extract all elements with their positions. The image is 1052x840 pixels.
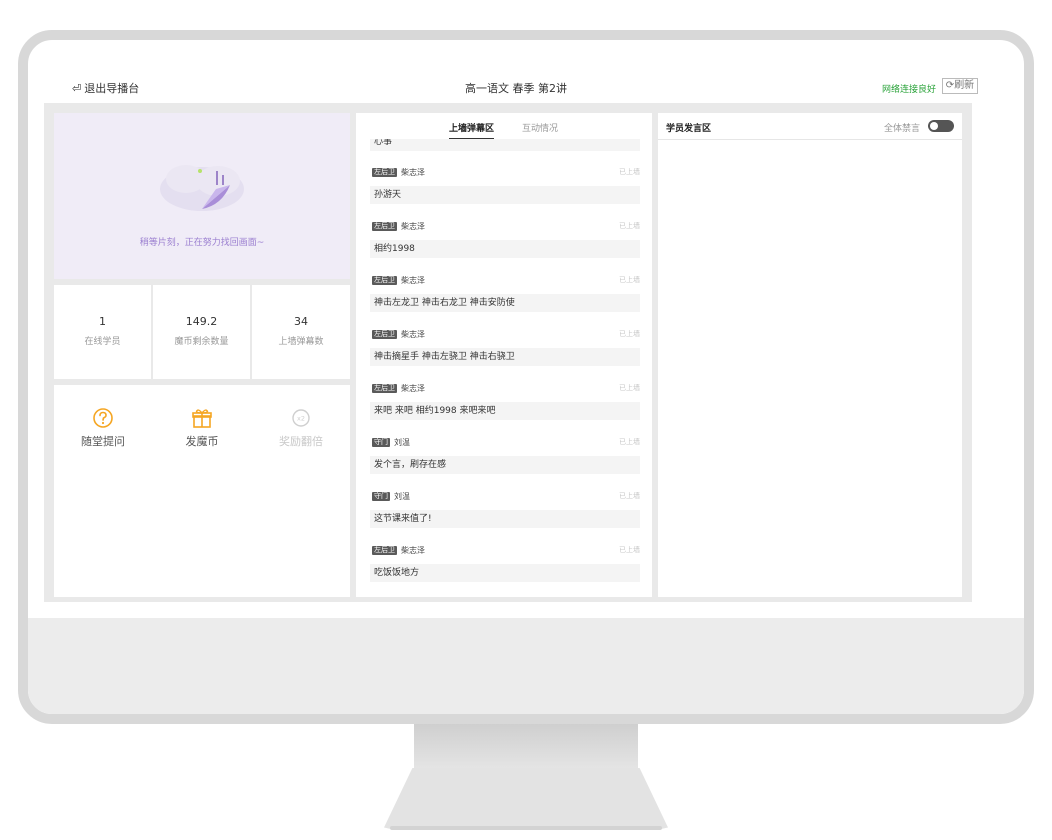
stat-online-students: 1 在线学员	[54, 285, 151, 379]
student-name: 柴志泽	[401, 221, 425, 231]
message-text: 相约1998	[370, 240, 640, 258]
message-text: 孙游天	[370, 186, 640, 204]
role-badge: 左后卫	[372, 275, 397, 285]
mute-all-toggle[interactable]	[928, 120, 954, 132]
stats-panel: 1 在线学员 149.2 魔币剩余数量 34 上墙弹幕数	[54, 285, 350, 379]
wall-status: 已上墙	[619, 546, 640, 554]
tab-wall-danmu[interactable]: 上墙弹幕区	[449, 121, 495, 139]
stat-label: 魔币剩余数量	[174, 337, 229, 347]
refresh-icon: ⟳	[945, 80, 955, 91]
student-name: 柴志泽	[401, 275, 425, 285]
student-name: 柴志泽	[401, 383, 425, 393]
top-bar: ⏎ 退出导播台 高一语文 春季 第2讲 网络连接良好 ⟳刷新	[44, 50, 988, 100]
app-screen: ⏎ 退出导播台 高一语文 春季 第2讲 网络连接良好 ⟳刷新 稍等片刻，正在努力找…	[44, 50, 988, 602]
wall-status: 已上墙	[619, 330, 640, 338]
list-item: 守门 刘温 已上墙 这节课来值了!	[356, 482, 652, 536]
message-text: 来吧 来吧 相约1998 来吧来吧	[370, 402, 640, 420]
refresh-button[interactable]: ⟳刷新	[942, 78, 978, 94]
monitor-neck	[414, 724, 638, 768]
role-badge: 左后卫	[372, 167, 397, 177]
list-item: 左后卫 柴志泽 已上墙 相约1998	[356, 212, 652, 266]
role-badge: 左后卫	[372, 221, 397, 231]
stat-value: 1	[99, 315, 106, 328]
stat-coins-remaining: 149.2 魔币剩余数量	[153, 285, 250, 379]
student-name: 柴志泽	[401, 167, 425, 177]
list-item: 左后卫 柴志泽 已上墙 来吧 来吧 相约1998 来吧来吧	[356, 374, 652, 428]
list-item: 左后卫 柴志泽 已上墙 吃饭饭地方	[356, 536, 652, 590]
video-panel: 稍等片刻，正在努力找回画面~	[54, 113, 350, 279]
stat-label: 在线学员	[84, 337, 121, 347]
student-name: 柴志泽	[401, 329, 425, 339]
action-label: 奖励翻倍	[279, 435, 323, 448]
role-badge: 守门	[372, 437, 390, 447]
message-text: 心事	[370, 139, 640, 151]
stat-value: 149.2	[185, 315, 218, 328]
stat-value: 34	[294, 315, 308, 328]
stat-label: 上墙弹幕数	[278, 337, 324, 347]
action-label: 随堂提问	[81, 435, 125, 448]
role-badge: 左后卫	[372, 545, 397, 555]
message-text: 发个言，刷存在感	[370, 456, 640, 474]
role-badge: 守门	[372, 491, 390, 501]
loading-illustration	[160, 165, 244, 211]
student-speech-panel: 学员发言区 全体禁言	[658, 113, 962, 597]
list-item: 左后卫 柴志泽 已上墙 神击左龙卫 神击右龙卫 神击安防使	[356, 266, 652, 320]
quiz-question-button[interactable]: 随堂提问	[58, 407, 148, 449]
message-text: 神击摘星手 神击左骁卫 神击右骁卫	[370, 348, 640, 366]
danmu-tabs: 上墙弹幕区 互动情况	[356, 113, 652, 139]
list-item: 左后卫 柴志泽 已上墙 孙游天	[356, 158, 652, 212]
double-reward-icon: x2	[292, 409, 310, 427]
monitor-chin	[28, 618, 1024, 714]
list-item: 心事	[356, 139, 652, 158]
video-status-text: 稍等片刻，正在努力找回画面~	[139, 238, 265, 248]
workspace: 稍等片刻，正在努力找回画面~ 1 在线学员 149.2 魔币剩余数量 34 上墙…	[44, 103, 972, 602]
speech-title: 学员发言区	[666, 124, 712, 134]
actions-panel: 随堂提问 发魔币 x2 奖励翻倍	[54, 385, 350, 597]
wall-status: 已上墙	[619, 438, 640, 446]
message-text: 吃饭饭地方	[370, 564, 640, 582]
danmu-panel: 上墙弹幕区 互动情况 心事 左后卫 柴志泽 已上墙 孙游天 左后卫 柴志泽 已上墙 …	[356, 113, 652, 597]
toggle-knob	[930, 122, 938, 130]
monitor-stand	[384, 768, 668, 830]
svg-text:x2: x2	[297, 415, 305, 423]
student-name: 刘温	[394, 491, 410, 501]
danmu-list[interactable]: 心事 左后卫 柴志泽 已上墙 孙游天 左后卫 柴志泽 已上墙 相约1998 左后卫柴…	[356, 139, 652, 597]
wall-status: 已上墙	[619, 492, 640, 500]
send-coins-button[interactable]: 发魔币	[157, 407, 247, 449]
tab-interaction[interactable]: 互动情况	[522, 121, 558, 134]
stat-wall-danmu-count: 34 上墙弹幕数	[252, 285, 350, 379]
speech-header: 学员发言区 全体禁言	[658, 113, 962, 140]
wall-status: 已上墙	[619, 168, 640, 176]
gift-icon	[192, 409, 212, 428]
monitor-stand-shadow	[390, 826, 662, 830]
list-item: 守门 刘温 已上墙 发个言，刷存在感	[356, 428, 652, 482]
network-status: 网络连接良好	[881, 85, 936, 95]
wall-status: 已上墙	[619, 276, 640, 284]
wall-status: 已上墙	[619, 384, 640, 392]
message-text: 这节课来值了!	[370, 510, 640, 528]
student-name: 刘温	[394, 437, 410, 447]
page-title: 高一语文 春季 第2讲	[465, 82, 567, 95]
question-icon	[93, 408, 113, 428]
role-badge: 左后卫	[372, 383, 397, 393]
message-text: 神击左龙卫 神击右龙卫 神击安防使	[370, 294, 640, 312]
refresh-label: 刷新	[954, 80, 975, 91]
double-reward-button[interactable]: x2 奖励翻倍	[256, 407, 346, 449]
list-item: 左后卫 柴志泽 已上墙 神击摘星手 神击左骁卫 神击右骁卫	[356, 320, 652, 374]
role-badge: 左后卫	[372, 329, 397, 339]
action-label: 发魔币	[185, 435, 219, 448]
student-name: 柴志泽	[401, 545, 425, 555]
wall-status: 已上墙	[619, 222, 640, 230]
mute-all-label: 全体禁言	[883, 124, 920, 134]
